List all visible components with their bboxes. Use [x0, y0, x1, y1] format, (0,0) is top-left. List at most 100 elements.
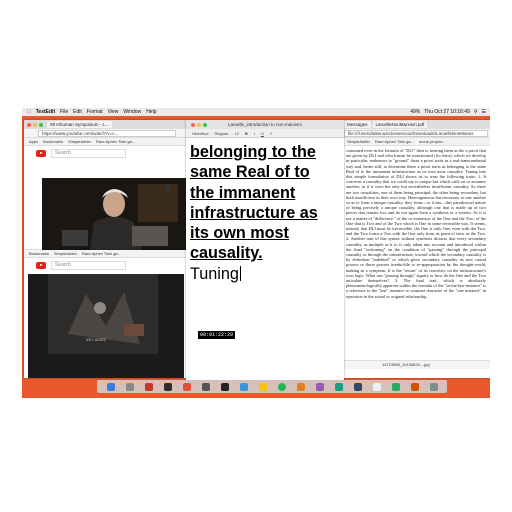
browser-tabbar: 08 Inhuman Symposium - L...	[24, 120, 186, 129]
app-white-icon[interactable]	[372, 382, 381, 391]
app-red-icon[interactable]	[144, 382, 153, 391]
youtube-header-bottom: Search	[24, 258, 186, 272]
finder-icon[interactable]	[106, 382, 115, 391]
doc-line-5: its own most	[190, 224, 289, 243]
download-item[interactable]: 14723985_10153834....jpg	[342, 360, 490, 369]
video-player-top[interactable]	[42, 178, 186, 250]
menu-file[interactable]: File	[60, 109, 68, 115]
pdf-address-bar: file:///Users/takenusictosserious/Downlo…	[342, 129, 490, 138]
bookmark-bookmarks-2[interactable]: Bookmarks	[29, 251, 49, 256]
doc-line-7: Tuning	[190, 264, 340, 284]
doc-line-3: the immanent	[190, 183, 296, 202]
youtube-logo-icon[interactable]	[36, 149, 46, 157]
font-family-select[interactable]: Helvetica	[192, 131, 208, 136]
pdf-body-text: contained even in the formula of "DLI" t…	[346, 148, 486, 299]
close-button[interactable]	[27, 122, 31, 127]
menu-app-name[interactable]: TextEdit	[36, 109, 55, 115]
align-left-icon[interactable]: ≡	[270, 131, 272, 136]
textedit-zoom-button[interactable]	[203, 122, 207, 127]
bookmark-simpleadder-2[interactable]: SimpleAdder	[54, 251, 77, 256]
video-frame-dark	[28, 274, 184, 378]
youtube-logo-icon-2[interactable]	[36, 261, 46, 269]
app-green-icon[interactable]	[391, 382, 400, 391]
doc-line-2: same Real of to	[190, 163, 310, 182]
browser-window-top: 08 Inhuman Symposium - L... https://www.…	[24, 120, 186, 250]
bookmark-bookmarks[interactable]: Bookmarks	[43, 139, 63, 144]
bookmarks-bar: Apps Bookmarks SimpleAdder Rare Aphex Tw…	[24, 138, 186, 146]
browser-tab[interactable]: 08 Inhuman Symposium - L...	[47, 121, 112, 128]
app-teal-icon[interactable]	[334, 382, 343, 391]
format-toolbar: Helvetica Regular 12 B I U ≡	[186, 129, 344, 138]
doc-line-1: belonging to the	[190, 143, 316, 161]
menu-format[interactable]: Format	[87, 109, 103, 115]
underline-button[interactable]: U	[261, 131, 264, 136]
dock	[97, 380, 447, 393]
address-bar: https://www.youtube.com/watch?v=c...	[24, 129, 186, 138]
bookmarks-bar-bottom: Bookmarks SimpleAdder Rare Aphex Twin ga…	[24, 250, 186, 258]
doc-line-6: causality.	[190, 244, 263, 263]
bookmark-aphex-2[interactable]: Rare Aphex Twin ga...	[82, 251, 121, 256]
apple-icon[interactable]: 	[27, 109, 31, 115]
textedit-window-controls	[191, 122, 209, 127]
text-cursor	[239, 265, 241, 281]
app-orange-icon[interactable]	[296, 382, 305, 391]
bookmark-monk[interactable]: monk-prophe...	[419, 139, 446, 144]
textedit-minimize-button[interactable]	[197, 122, 201, 127]
terminal-icon[interactable]	[220, 382, 229, 391]
outer-frame:  TextEdit File Edit Format View Window …	[0, 0, 512, 512]
bookmark-simpleadder-3[interactable]: SimpleAdder	[347, 139, 370, 144]
video-caption: KEY AGES	[86, 337, 106, 342]
doc-line-7-text: Tuning	[190, 264, 239, 283]
minimize-button[interactable]	[33, 122, 37, 127]
youtube-header: Search	[24, 146, 186, 160]
menu-bar:  TextEdit File Edit Format View Window …	[22, 108, 490, 116]
launchpad-icon[interactable]	[125, 382, 134, 391]
textedit-titlebar: Laruelle_introduction to non-marxism	[186, 120, 344, 129]
tab-messages[interactable]: Messages	[344, 121, 371, 128]
menu-window[interactable]: Window	[123, 109, 141, 115]
app-purple-icon[interactable]	[315, 382, 324, 391]
app-rust-icon[interactable]	[410, 382, 419, 391]
pdf-url-field[interactable]: file:///Users/takenusictosserious/Downlo…	[344, 129, 488, 137]
browser-window-bottom: Bookmarks SimpleAdder Rare Aphex Twin ga…	[24, 250, 186, 378]
zoom-button[interactable]	[39, 122, 43, 127]
battery-status[interactable]: 49%	[410, 109, 420, 115]
app-gray-icon[interactable]	[201, 382, 210, 391]
timecode-label: 00:01:22:29	[198, 331, 236, 339]
font-size-select[interactable]: 12	[234, 131, 238, 136]
italic-button[interactable]: I	[254, 131, 255, 136]
menu-help[interactable]: Help	[146, 109, 156, 115]
bookmark-aphex-3[interactable]: Rare Aphex Twin ga...	[375, 139, 414, 144]
textedit-close-button[interactable]	[191, 122, 195, 127]
youtube-search-input-2[interactable]: Search	[51, 260, 126, 270]
textedit-title: Laruelle_introduction to non-marxism	[227, 122, 303, 127]
window-controls	[27, 122, 45, 127]
tab-pdf[interactable]: LaruelleNonMarxism.pdf	[372, 121, 428, 128]
menu-clock[interactable]: Thu Oct 27 10:16:49	[424, 109, 470, 115]
app-dark-icon[interactable]	[163, 382, 172, 391]
url-field[interactable]: https://www.youtube.com/watch?v=c...	[38, 129, 176, 137]
bookmark-aphex[interactable]: Rare Aphex Twin ga...	[96, 139, 135, 144]
spotify-icon[interactable]	[277, 382, 286, 391]
app-blue-icon[interactable]	[239, 382, 248, 391]
menu-list-icon[interactable]: ☰	[482, 109, 486, 115]
bookmark-apps[interactable]: Apps	[29, 139, 38, 144]
bookmark-simpleadder[interactable]: SimpleAdder	[68, 139, 91, 144]
video-frame-speaker	[42, 178, 186, 250]
chrome-icon[interactable]	[258, 382, 267, 391]
calendar-icon[interactable]	[182, 382, 191, 391]
menu-edit[interactable]: Edit	[73, 109, 82, 115]
doc-line-4: infrastructure as	[190, 203, 318, 222]
menu-view[interactable]: View	[108, 109, 119, 115]
youtube-search-input[interactable]: Search	[51, 148, 126, 158]
font-style-select[interactable]: Regular	[214, 131, 228, 136]
bold-button[interactable]: B	[245, 131, 248, 136]
trash-icon[interactable]	[429, 382, 438, 391]
search-icon[interactable]: ⚲	[474, 109, 478, 115]
desktop:  TextEdit File Edit Format View Window …	[22, 108, 490, 398]
textedit-document[interactable]: belonging to the same Real of to the imm…	[186, 138, 344, 288]
textedit-window: Laruelle_introduction to non-marxism Hel…	[186, 120, 344, 380]
app-navy-icon[interactable]	[353, 382, 362, 391]
video-player-bottom[interactable]: KEY AGES	[28, 274, 184, 378]
pdf-bookmarks-bar: SimpleAdder Rare Aphex Twin ga... monk-p…	[342, 138, 490, 146]
